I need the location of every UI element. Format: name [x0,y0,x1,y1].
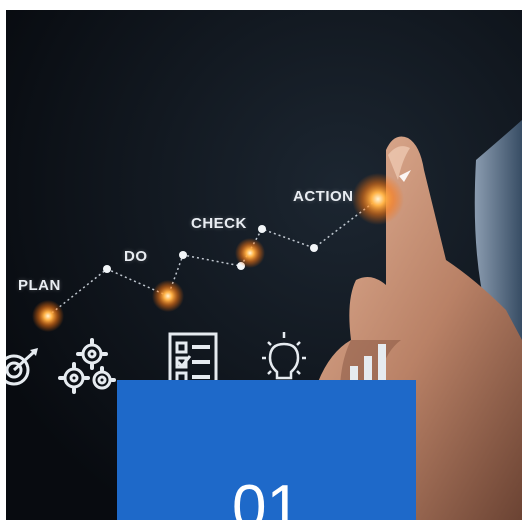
step-label-action: ACTION [293,188,354,205]
step-label-check: CHECK [191,215,247,232]
card-number: 01 [232,473,301,520]
gears-icon [58,338,116,394]
step-label-plan: PLAN [18,277,61,294]
number-card: 01 [117,380,416,520]
slide-frame: PLAN DO CHECK ACTION 01 [0,0,522,520]
target-icon [6,348,38,386]
frame-margin-top [0,0,522,10]
frame-margin-left [0,0,6,520]
step-label-do: DO [124,248,148,265]
